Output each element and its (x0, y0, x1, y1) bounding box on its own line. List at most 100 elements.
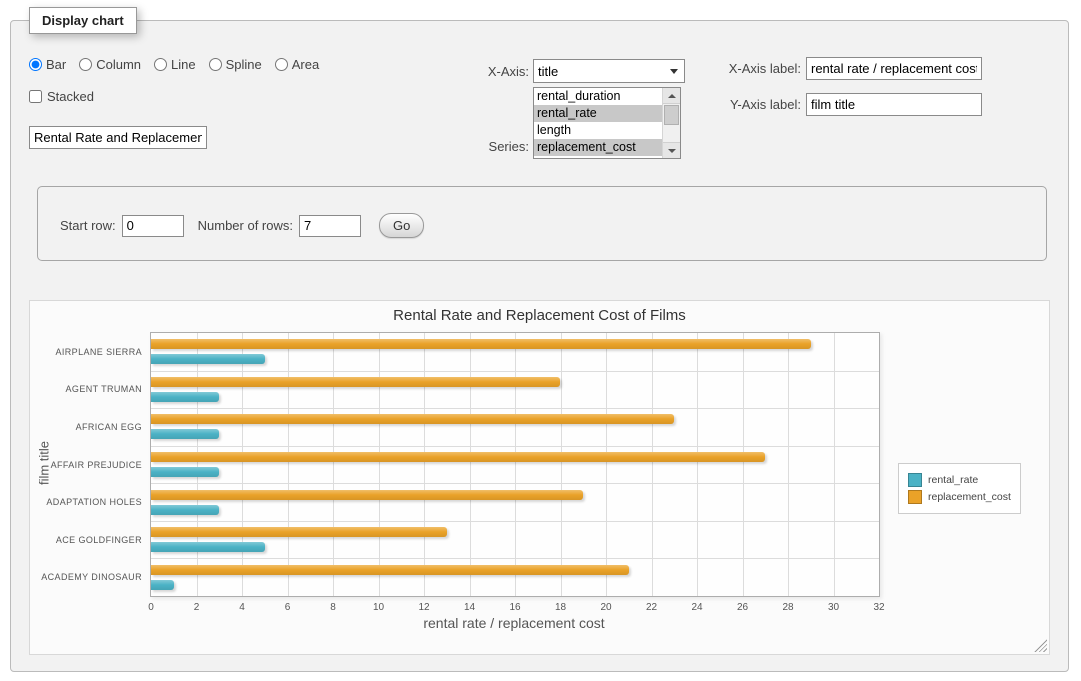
x-tick-label: 18 (555, 602, 566, 613)
legend-label-rental-rate: rental_rate (928, 474, 978, 486)
y-axis-title: film title (37, 441, 52, 485)
gridline (515, 333, 516, 596)
bar-replacement_cost (151, 565, 629, 575)
chart-type-spline-label: Spline (226, 57, 262, 72)
x-tick-label: 30 (828, 602, 839, 613)
rows-range-controls: Start row: Number of rows: Go (60, 213, 424, 238)
start-row-label: Start row: (60, 218, 116, 233)
bar-replacement_cost (151, 339, 811, 349)
chart-panel: Rental Rate and Replacement Cost of Film… (29, 300, 1050, 655)
series-label: Series: (421, 140, 529, 154)
series-option-rental-rate[interactable]: rental_rate (534, 105, 662, 122)
bar-rental_rate (151, 542, 265, 552)
x-tick-label: 26 (737, 602, 748, 613)
x-tick-label: 14 (464, 602, 475, 613)
category-label: AFFAIR PREJUDICE (51, 460, 142, 470)
category-label: ADAPTATION HOLES (46, 497, 142, 507)
chart-type-area-label: Area (292, 57, 319, 72)
bar-replacement_cost (151, 452, 765, 462)
x-tick-label: 20 (600, 602, 611, 613)
chart-legend: rental_rate replacement_cost (898, 463, 1021, 514)
chart-type-bar-label: Bar (46, 57, 66, 72)
scroll-down-button[interactable] (663, 142, 680, 158)
legend-item-replacement-cost: replacement_cost (908, 490, 1011, 504)
gridline (288, 333, 289, 596)
x-tick-label: 16 (509, 602, 520, 613)
chart-type-spline[interactable]: Spline (209, 57, 262, 72)
gridline (470, 333, 471, 596)
go-button[interactable]: Go (379, 213, 424, 238)
stacked-label: Stacked (47, 89, 94, 104)
gridline (834, 333, 835, 596)
bar-replacement_cost (151, 490, 583, 500)
x-axis-selected-value: title (534, 64, 670, 79)
bar-rental_rate (151, 354, 265, 364)
gridline (333, 333, 334, 596)
chart-type-spline-radio[interactable] (209, 58, 222, 71)
fieldset-legend: Display chart (29, 7, 137, 34)
gridline (151, 446, 879, 447)
category-label: AFRICAN EGG (76, 422, 142, 432)
chart-type-line-radio[interactable] (154, 58, 167, 71)
bar-replacement_cost (151, 414, 674, 424)
x-tick-label: 10 (373, 602, 384, 613)
gridline (606, 333, 607, 596)
chart-type-line[interactable]: Line (154, 57, 196, 72)
plot-area: 02468101214161820222426283032AIRPLANE SI… (150, 332, 880, 597)
gridline (151, 408, 879, 409)
chart-type-area-radio[interactable] (275, 58, 288, 71)
chart-type-column-label: Column (96, 57, 141, 72)
display-chart-fieldset: Display chart Bar Column Line Spline Are… (10, 20, 1069, 672)
gridline (788, 333, 789, 596)
x-axis-title: rental rate / replacement cost (150, 615, 878, 631)
chart-type-area[interactable]: Area (275, 57, 319, 72)
arrow-down-icon (668, 149, 676, 153)
series-multiselect[interactable]: rental_duration rental_rate length repla… (533, 87, 681, 159)
x-axis-label: X-Axis: (421, 65, 529, 79)
rows-range-panel: Start row: Number of rows: Go (37, 186, 1047, 261)
x-tick-label: 12 (418, 602, 429, 613)
gridline (242, 333, 243, 596)
category-label: AGENT TRUMAN (66, 384, 142, 394)
chart-title-input[interactable] (29, 126, 207, 149)
y-axis-label-field-label: Y-Axis label: (661, 98, 801, 112)
chart-type-column-radio[interactable] (79, 58, 92, 71)
series-options-list: rental_duration rental_rate length repla… (534, 88, 662, 158)
gridline (697, 333, 698, 596)
gridline (424, 333, 425, 596)
number-of-rows-label: Number of rows: (198, 218, 293, 233)
x-tick-label: 32 (873, 602, 884, 613)
x-axis-label-input[interactable] (806, 57, 982, 80)
series-option-rental-duration[interactable]: rental_duration (534, 88, 662, 105)
gridline (197, 333, 198, 596)
chart-type-bar-radio[interactable] (29, 58, 42, 71)
resize-handle-icon[interactable] (1034, 639, 1047, 652)
bar-rental_rate (151, 392, 219, 402)
gridline (743, 333, 744, 596)
bar-replacement_cost (151, 377, 560, 387)
stacked-checkbox[interactable] (29, 90, 42, 103)
gridline (151, 521, 879, 522)
chart-type-column[interactable]: Column (79, 57, 141, 72)
legend-item-rental-rate: rental_rate (908, 473, 1011, 487)
x-tick-label: 4 (239, 602, 245, 613)
category-label: AIRPLANE SIERRA (55, 347, 142, 357)
stacked-option[interactable]: Stacked (29, 89, 94, 104)
bar-rental_rate (151, 580, 174, 590)
chart-type-options: Bar Column Line Spline Area (29, 57, 319, 72)
chart-type-line-label: Line (171, 57, 196, 72)
chart-type-bar[interactable]: Bar (29, 57, 66, 72)
gridline (652, 333, 653, 596)
number-of-rows-input[interactable] (299, 215, 361, 237)
x-tick-label: 22 (646, 602, 657, 613)
legend-swatch-rental-rate (908, 473, 922, 487)
x-tick-label: 8 (330, 602, 336, 613)
x-tick-label: 2 (194, 602, 200, 613)
gridline (561, 333, 562, 596)
series-option-length[interactable]: length (534, 122, 662, 139)
y-axis-label-input[interactable] (806, 93, 982, 116)
gridline (151, 371, 879, 372)
bar-replacement_cost (151, 527, 447, 537)
start-row-input[interactable] (122, 215, 184, 237)
series-option-replacement-cost[interactable]: replacement_cost (534, 139, 662, 156)
